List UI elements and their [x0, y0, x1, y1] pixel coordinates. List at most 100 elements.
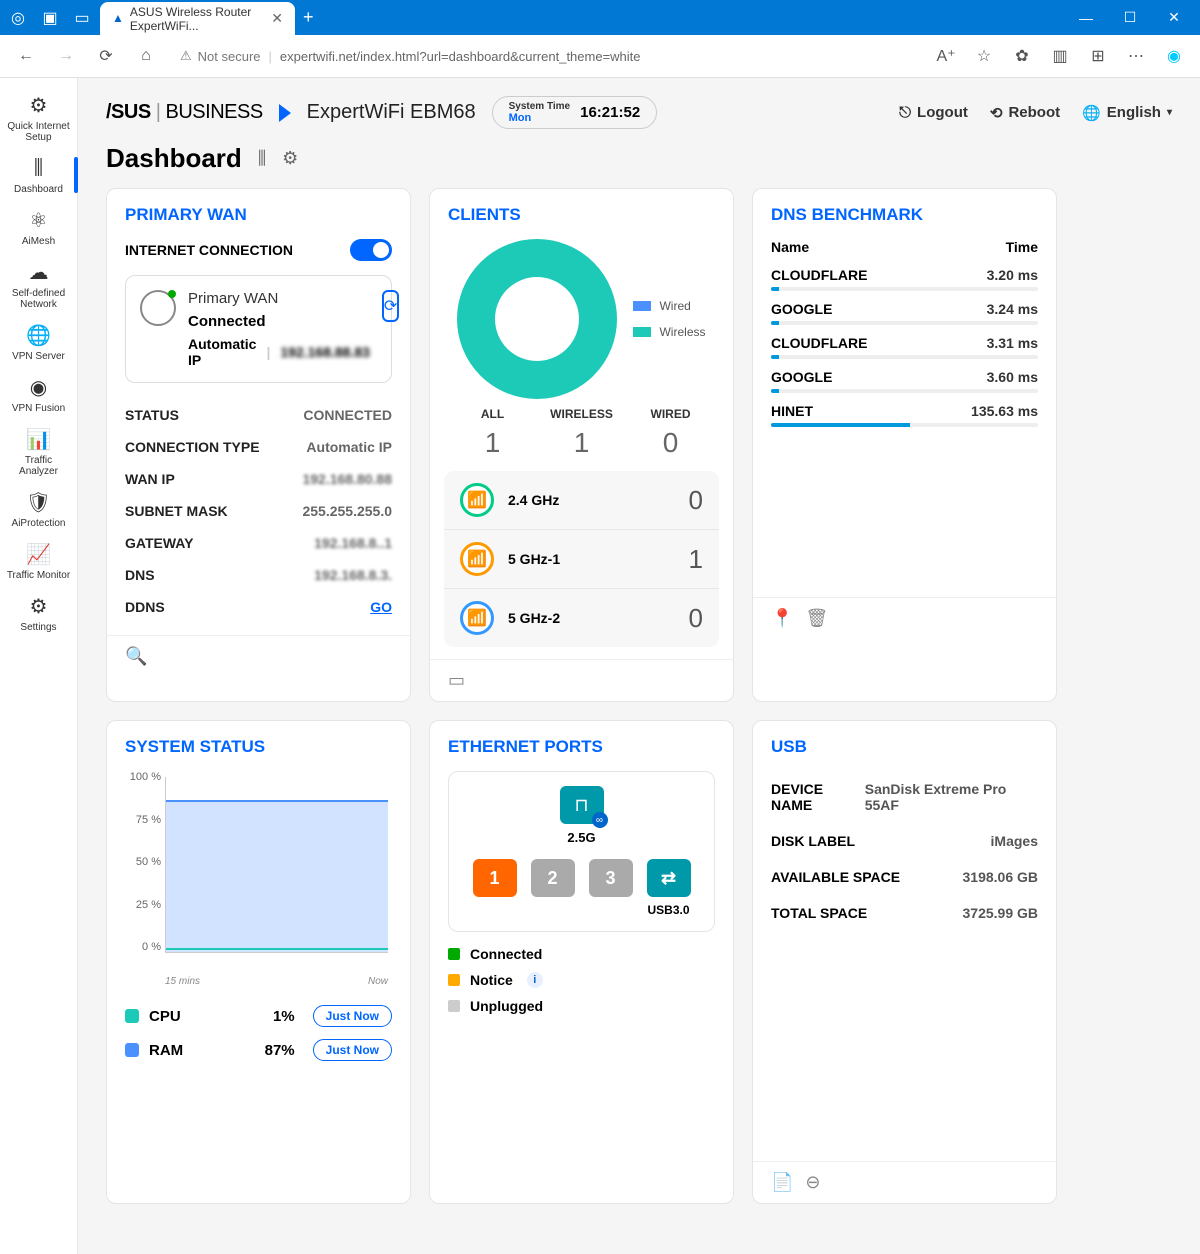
port-2[interactable]: 2	[531, 859, 575, 897]
delete-icon[interactable]: 🗑	[805, 608, 828, 629]
sidebar-item-vpn-fusion[interactable]: ◉VPN Fusion	[4, 368, 74, 420]
app-icon-2[interactable]: ▣	[40, 8, 60, 28]
wan-box-status: Connected	[188, 313, 370, 330]
chart-icon[interactable]: ⫼	[258, 148, 266, 169]
security-indicator[interactable]: ⚠ Not secure	[180, 48, 261, 64]
copilot-icon[interactable]: ◉	[1160, 42, 1188, 70]
band-row-24ghz[interactable]: 📶2.4 GHz0	[444, 471, 719, 530]
address-bar: ← → ⟳ ⌂ ⚠ Not secure | expertwifi.net/in…	[0, 35, 1200, 78]
port-25g-label: 2.5G	[463, 830, 700, 845]
card-clients: CLIENTS Wired Wireless ALL1 WIRELESS1 WI…	[429, 188, 734, 702]
sidebar-item-sdn[interactable]: ☁Self-defined Network	[4, 253, 74, 316]
close-button[interactable]: ✕	[1156, 3, 1192, 33]
mesh-icon: ⚛	[26, 207, 52, 233]
browser-tab[interactable]: ▲ ASUS Wireless Router ExpertWiFi... ✕	[100, 2, 295, 35]
usb-info-row: DISK LABELiMages	[771, 823, 1038, 859]
usb-info-row: DEVICE NAMESanDisk Extreme Pro 55AF	[771, 771, 1038, 823]
sidebar-item-vpn-server[interactable]: 🌐VPN Server	[4, 316, 74, 368]
wan-search-icon[interactable]: 🔍	[125, 646, 147, 667]
ram-stat-row: RAM87%Just Now	[125, 1033, 392, 1067]
maximize-button[interactable]: ☐	[1112, 3, 1148, 33]
monitor-icon: 📈	[26, 541, 52, 567]
eth-legend: Connected Noticei Unplugged	[448, 946, 715, 1014]
back-button[interactable]: ←	[12, 42, 40, 70]
vpn-fusion-icon: ◉	[26, 374, 52, 400]
wan-info-row: SUBNET MASK255.255.255.0	[125, 495, 392, 527]
remove-icon[interactable]: ⊖	[805, 1172, 820, 1193]
app-container: ⚙Quick Internet Setup ⫼Dashboard ⚛AiMesh…	[0, 78, 1200, 1254]
sidebar-item-traffic-analyzer[interactable]: 📊Traffic Analyzer	[4, 420, 74, 483]
screenshot-icon[interactable]: ⊞	[1084, 42, 1112, 70]
dns-footer: 📍🗑	[753, 597, 1056, 639]
sidebar-item-settings[interactable]: ⚙Settings	[4, 587, 74, 639]
sidebar-item-dashboard[interactable]: ⫼Dashboard	[4, 149, 74, 201]
url-text: expertwifi.net/index.html?url=dashboard&…	[280, 49, 641, 64]
systime-day: Mon	[509, 112, 571, 124]
extension-icon[interactable]: ✿	[1008, 42, 1036, 70]
band-list: 📶2.4 GHz0 📶5 GHz-11 📶5 GHz-20	[444, 471, 719, 647]
sidebar-item-quick-setup[interactable]: ⚙Quick Internet Setup	[4, 86, 74, 149]
port-1[interactable]: 1	[473, 859, 517, 897]
new-tab-button[interactable]: +	[303, 7, 314, 28]
logout-icon: ⎋	[899, 104, 911, 121]
refresh-button[interactable]: ⟳	[92, 42, 120, 70]
wan-info-row: DNS192.168.8.3.	[125, 559, 392, 591]
ram-justnow-button[interactable]: Just Now	[313, 1039, 392, 1061]
eject-icon[interactable]: 📄	[771, 1172, 793, 1193]
app-icon-1[interactable]: ◎	[8, 8, 28, 28]
clients-title: CLIENTS	[448, 205, 715, 225]
port-25g[interactable]: ⊓∞	[560, 786, 604, 824]
language-dropdown[interactable]: 🌐English▾	[1082, 104, 1172, 122]
tab-close-icon[interactable]: ✕	[271, 10, 283, 27]
legend-wired-label: Wired	[659, 299, 690, 313]
notice-swatch	[448, 974, 460, 986]
wan-refresh-button[interactable]: ⟳	[382, 290, 399, 322]
sidebar-item-traffic-monitor[interactable]: 📈Traffic Monitor	[4, 535, 74, 587]
notice-info-icon[interactable]: i	[527, 972, 543, 988]
card-ethernet-ports: ETHERNET PORTS ⊓∞ 2.5G 1 2 3 ⇄USB3.0 Con…	[429, 720, 734, 1204]
wired-label: WIRED	[626, 407, 715, 421]
device-icon[interactable]: ▭	[448, 670, 465, 691]
all-value: 1	[448, 427, 537, 459]
wan-title: PRIMARY WAN	[125, 205, 392, 225]
vpn-server-icon: 🌐	[26, 322, 52, 348]
favorite-icon[interactable]: ☆	[970, 42, 998, 70]
card-system-status: SYSTEM STATUS 100 %75 %50 %25 %0 % 15 mi…	[106, 720, 411, 1204]
legend-wired-swatch	[633, 301, 651, 311]
sidebar-item-aimesh[interactable]: ⚛AiMesh	[4, 201, 74, 253]
wan-box-ip: 192.168.88.83	[280, 344, 370, 360]
url-input[interactable]: ⚠ Not secure | expertwifi.net/index.html…	[172, 48, 920, 64]
band-row-5ghz2[interactable]: 📶5 GHz-20	[444, 589, 719, 647]
band-row-5ghz1[interactable]: 📶5 GHz-11	[444, 530, 719, 589]
menu-button[interactable]: ⋯	[1122, 42, 1150, 70]
sidebar-item-aiprotection[interactable]: 🛡AiProtection	[4, 483, 74, 535]
ddns-go-link[interactable]: GO	[370, 599, 392, 615]
clients-legend: Wired Wireless	[633, 299, 705, 339]
warning-icon: ⚠	[180, 48, 192, 64]
port-usb[interactable]: ⇄	[647, 859, 691, 897]
minimize-button[interactable]: —	[1068, 3, 1104, 33]
system-chart: 100 %75 %50 %25 %0 % 15 minsNow	[125, 771, 392, 971]
reboot-icon: ⟲	[990, 104, 1003, 122]
usb-info-row: TOTAL SPACE3725.99 GB	[771, 895, 1038, 931]
app-icon-3[interactable]: ▭	[72, 8, 92, 28]
analyzer-icon: 📊	[26, 426, 52, 452]
home-button[interactable]: ⌂	[132, 42, 160, 70]
settings-icon: ⚙	[26, 593, 52, 619]
wan-status-box: Primary WAN Connected Automatic IP|192.1…	[125, 275, 392, 383]
logout-button[interactable]: ⎋Logout	[899, 104, 968, 121]
read-aloud-icon[interactable]: A⁺	[932, 42, 960, 70]
reboot-button[interactable]: ⟲Reboot	[990, 104, 1060, 122]
collections-icon[interactable]: ▥	[1046, 42, 1074, 70]
wan-info-row: CONNECTION TYPEAutomatic IP	[125, 431, 392, 463]
cpu-swatch	[125, 1009, 139, 1023]
gear-icon[interactable]: ⚙	[282, 148, 298, 169]
port-3[interactable]: 3	[589, 859, 633, 897]
clients-footer: ▭	[430, 659, 733, 701]
page-title: Dashboard	[106, 143, 242, 174]
cpu-justnow-button[interactable]: Just Now	[313, 1005, 392, 1027]
location-icon[interactable]: 📍	[771, 608, 793, 629]
internet-toggle[interactable]	[350, 239, 392, 261]
unplugged-swatch	[448, 1000, 460, 1012]
wifi-icon: 📶	[460, 483, 494, 517]
